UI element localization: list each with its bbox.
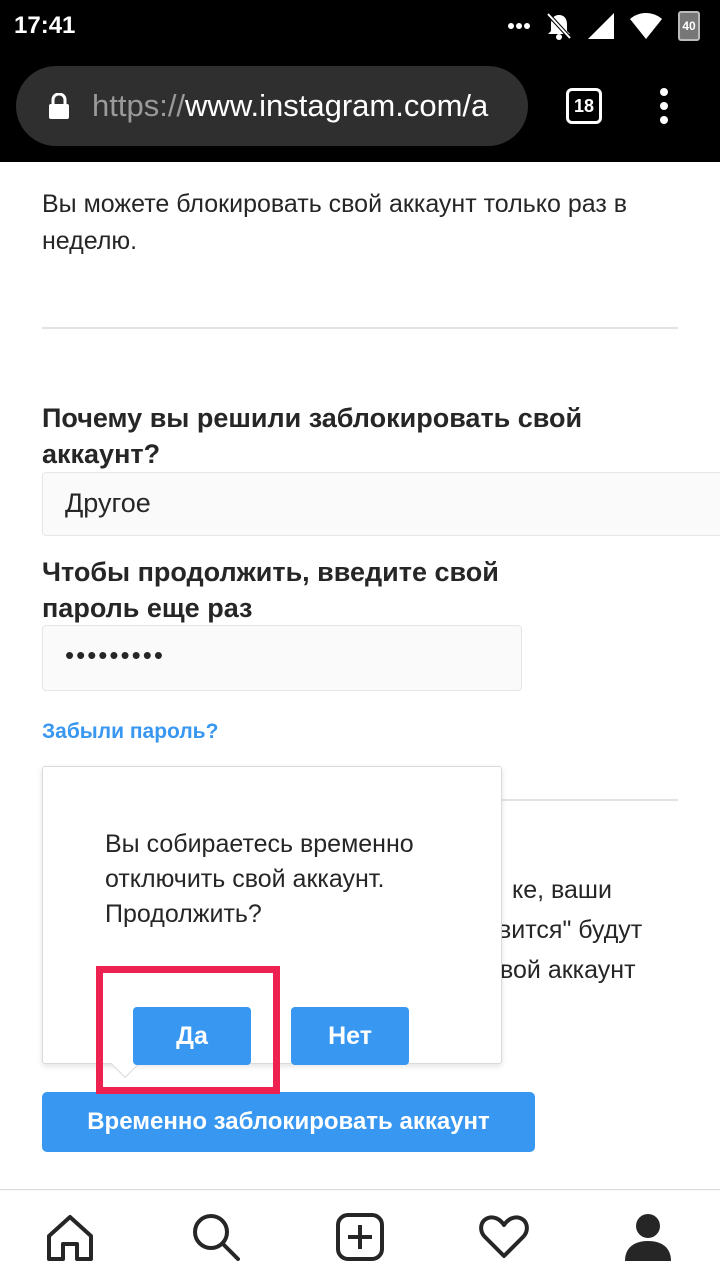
forgot-password-link[interactable]: Забыли пароль? (42, 720, 218, 744)
url-host: www.instagram.com/a (185, 88, 489, 123)
obscured-fragment: вой аккаунт (500, 956, 636, 984)
home-icon[interactable] (44, 1211, 96, 1263)
no-button[interactable]: Нет (291, 1007, 409, 1065)
temporarily-block-account-button[interactable]: Временно заблокировать аккаунт (42, 1092, 535, 1152)
address-bar[interactable]: https://www.instagram.com/a (16, 66, 528, 146)
more-dots-icon (508, 23, 530, 29)
status-bar: 17:41 40 (0, 0, 720, 52)
browser-toolbar: https://www.instagram.com/a 18 (0, 52, 720, 162)
password-field[interactable]: ••••••••• (42, 625, 522, 691)
battery-icon: 40 (678, 11, 700, 41)
url-text[interactable]: https://www.instagram.com/a (92, 88, 528, 124)
divider (42, 327, 678, 329)
notifications-off-icon (546, 12, 572, 40)
bottom-navigation (0, 1191, 720, 1280)
wifi-icon (630, 13, 662, 39)
reason-select[interactable]: Другое (42, 472, 720, 536)
activity-heart-icon[interactable] (478, 1211, 530, 1263)
obscured-fragment: вится" будут (498, 916, 643, 944)
new-post-icon[interactable] (334, 1211, 386, 1263)
reason-heading: Почему вы решили заблокировать свой акка… (42, 403, 583, 469)
browser-menu-icon[interactable] (658, 88, 670, 130)
status-icons: 40 (508, 10, 700, 42)
lock-icon (49, 93, 69, 119)
intro-text: Вы можете блокировать свой аккаунт тольк… (42, 190, 628, 255)
yes-button[interactable]: Да (133, 1007, 251, 1065)
signal-icon (588, 13, 614, 39)
obscured-fragment: ке, ваши (512, 876, 612, 904)
profile-icon[interactable] (622, 1211, 674, 1263)
password-heading: Чтобы продолжить, введите свой пароль ещ… (42, 557, 499, 623)
status-time: 17:41 (14, 12, 76, 39)
battery-level: 40 (682, 19, 696, 33)
dialog-message: Вы собираетесь временно отключить свой а… (105, 830, 414, 928)
confirm-dialog: Вы собираетесь временно отключить свой а… (42, 766, 502, 1079)
search-icon[interactable] (190, 1211, 242, 1263)
url-scheme: https:// (92, 88, 186, 123)
tab-switcher-button[interactable]: 18 (566, 88, 602, 124)
